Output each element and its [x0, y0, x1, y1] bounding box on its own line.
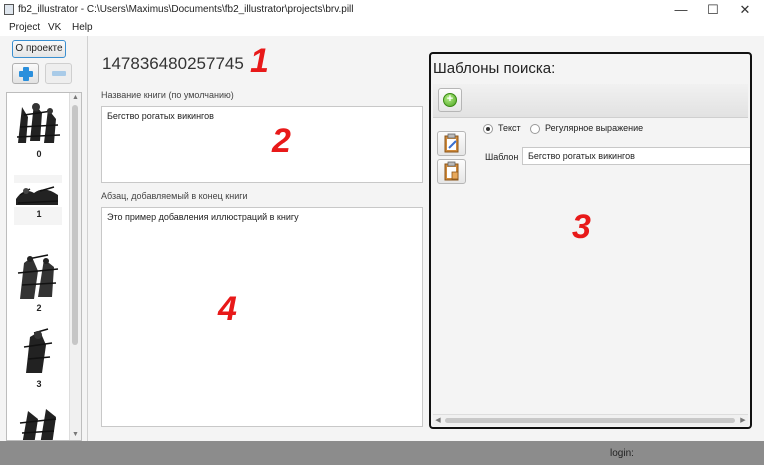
clipboard-button[interactable]: [437, 159, 466, 184]
image-list-scrollbar[interactable]: ▲ ▼: [69, 93, 81, 440]
minus-icon: [52, 71, 66, 76]
paste-template-button[interactable]: [437, 131, 466, 156]
title-bar: fb2_illustrator - C:\Users\Maximus\Docum…: [0, 0, 764, 20]
window-title: fb2_illustrator - C:\Users\Maximus\Docum…: [18, 4, 354, 15]
scroll-down-icon[interactable]: ▼: [70, 430, 81, 440]
list-item[interactable]: 1: [10, 175, 68, 237]
template-input[interactable]: Бегство рогатых викингов: [522, 147, 750, 165]
maximize-button[interactable]: ☐: [698, 0, 728, 20]
radio-text[interactable]: [483, 124, 493, 134]
annotation-marker-1: 1: [250, 42, 269, 80]
thumbnail-caption: 0: [36, 149, 42, 159]
about-project-button[interactable]: О проекте: [12, 40, 66, 58]
thumbnail-caption: 3: [36, 379, 42, 389]
list-item[interactable]: 2: [10, 251, 68, 313]
list-item[interactable]: 3: [10, 327, 68, 389]
clipboard-icon: [444, 161, 459, 181]
thumbnail-caption: 1: [36, 209, 42, 219]
illustration-thumbnail: [14, 97, 62, 147]
app-icon: [4, 4, 14, 15]
radio-regex-label: Регулярное выражение: [545, 123, 644, 133]
add-circle-icon: +: [443, 93, 457, 107]
plus-icon-bar: [19, 71, 33, 77]
templates-horizontal-scrollbar[interactable]: ◀ ▶: [433, 414, 748, 426]
illustration-thumbnail: [14, 251, 62, 301]
illustration-thumbnail: [18, 405, 58, 440]
scroll-thumb[interactable]: [445, 418, 735, 423]
scroll-up-icon[interactable]: ▲: [70, 93, 81, 103]
book-title-field[interactable]: Бегство рогатых викингов: [101, 106, 423, 183]
book-id: 147836480257745: [102, 54, 244, 73]
list-item[interactable]: [10, 405, 68, 440]
book-title-label: Название книги (по умолчанию): [101, 90, 234, 100]
remove-image-button[interactable]: [45, 63, 72, 84]
illustration-thumbnail: [20, 327, 56, 377]
search-templates-title: Шаблоны поиска:: [433, 60, 556, 77]
close-button[interactable]: ✕: [730, 0, 760, 20]
menu-bar: Project VK Help: [0, 20, 764, 36]
login-status: login:: [610, 448, 634, 459]
image-list[interactable]: 0 1 2 3 ▲ ▼: [6, 92, 82, 441]
thumbnail-caption: 2: [36, 303, 42, 313]
template-label: Шаблон: [485, 152, 519, 162]
clipboard-edit-icon: [444, 133, 459, 153]
radio-regex[interactable]: [530, 124, 540, 134]
book-settings-panel: 147836480257745 Название книги (по умолч…: [88, 36, 428, 441]
add-template-button[interactable]: +: [438, 88, 462, 112]
template-editor: Текст Регулярное выражение Шаблон Бегств…: [433, 118, 750, 414]
annotation-marker-3: 3: [572, 208, 591, 246]
status-bar: login:: [0, 441, 764, 465]
annotation-marker-4: 4: [218, 290, 237, 328]
menu-help[interactable]: Help: [72, 22, 93, 33]
annotation-marker-2: 2: [272, 122, 291, 160]
menu-project[interactable]: Project: [9, 22, 40, 33]
minimize-button[interactable]: —: [666, 0, 696, 20]
scroll-left-icon[interactable]: ◀: [433, 415, 443, 426]
images-panel: О проекте 0 1 2 3 ▲ ▼: [0, 36, 88, 441]
add-image-button[interactable]: [12, 63, 39, 84]
paragraph-label: Абзац, добавляемый в конец книги: [101, 191, 248, 201]
templates-toolbar: +: [433, 84, 748, 118]
radio-text-label: Текст: [498, 123, 521, 133]
paragraph-field[interactable]: Это пример добавления иллюстраций в книг…: [101, 207, 423, 427]
menu-vk[interactable]: VK: [48, 22, 61, 33]
scroll-right-icon[interactable]: ▶: [738, 415, 748, 426]
scroll-thumb[interactable]: [72, 105, 78, 345]
list-item[interactable]: 0: [10, 97, 68, 159]
